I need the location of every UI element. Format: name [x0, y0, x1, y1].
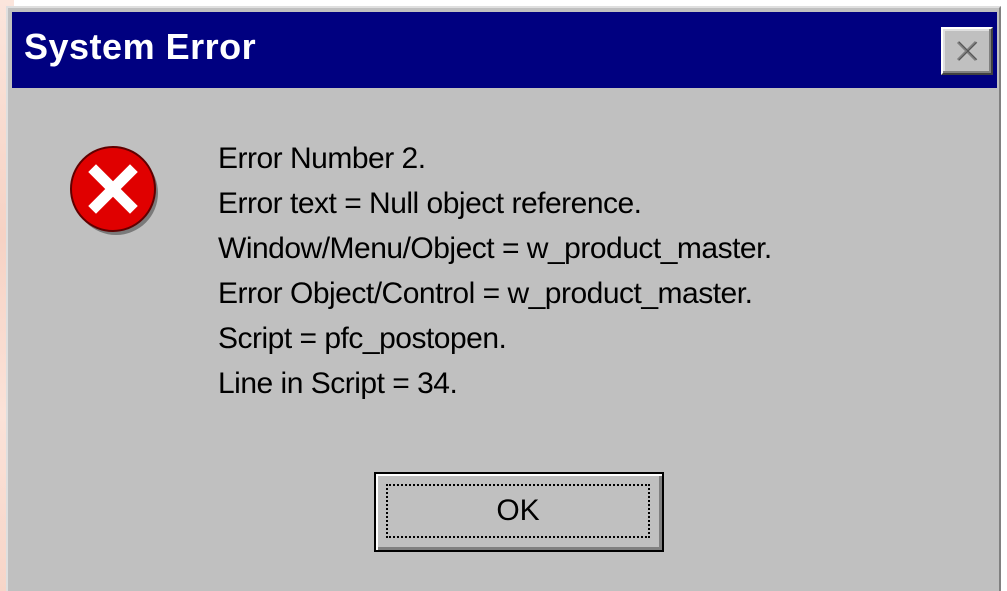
message-line-error-object: Error Object/Control = w_product_master.	[218, 277, 753, 310]
message-line-error-number: Error Number 2.	[218, 142, 426, 175]
ok-button-label: OK	[386, 484, 650, 538]
ok-button[interactable]: OK	[374, 472, 664, 552]
message-line-window-object: Window/Menu/Object = w_product_master.	[218, 232, 772, 265]
close-button[interactable]	[941, 27, 993, 75]
error-icon	[70, 146, 158, 235]
system-error-dialog: System Error Error Number 2. Error text …	[6, 6, 1001, 591]
page: System Error Error Number 2. Error text …	[0, 0, 1007, 591]
message-line-error-text: Error text = Null object reference.	[218, 187, 642, 220]
message-line-line-number: Line in Script = 34.	[218, 367, 458, 400]
error-message: Error Number 2. Error text = Null object…	[218, 136, 772, 406]
dialog-title: System Error	[24, 26, 257, 67]
message-line-script: Script = pfc_postopen.	[218, 322, 507, 355]
title-bar[interactable]: System Error	[12, 12, 997, 88]
close-x-icon	[956, 40, 978, 62]
